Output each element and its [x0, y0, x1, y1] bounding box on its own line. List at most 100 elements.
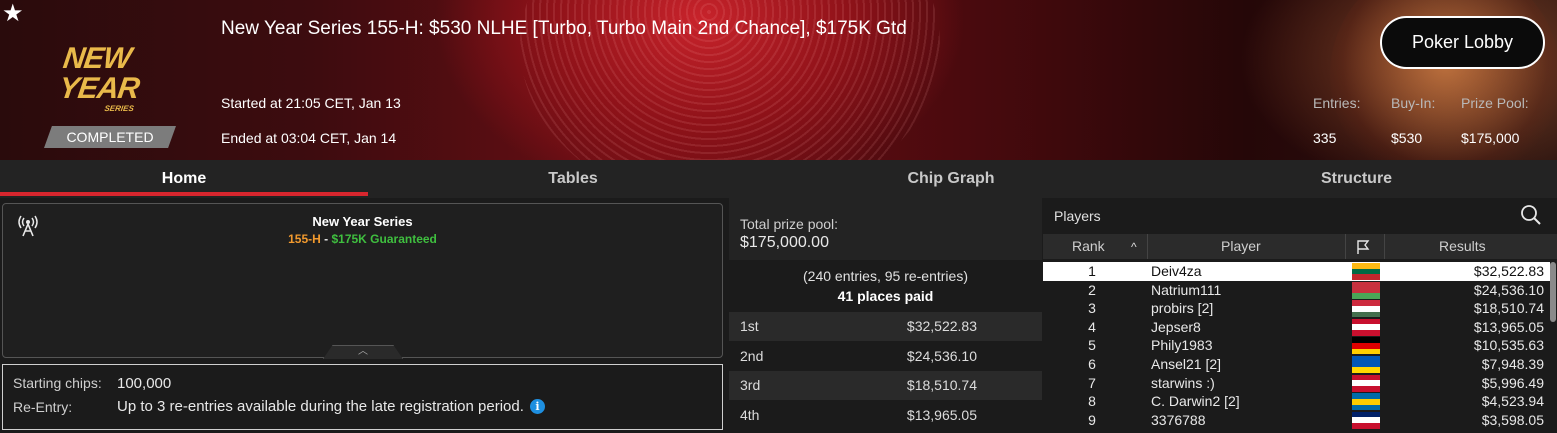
players-scrollbar[interactable]	[1550, 262, 1556, 322]
flag-stripe	[1352, 423, 1380, 429]
column-header-player[interactable]: Player	[1221, 234, 1261, 259]
payout-place: 1st	[740, 318, 759, 334]
column-divider[interactable]	[1384, 234, 1385, 259]
player-rank: 4	[1088, 318, 1096, 335]
player-result: $13,965.05	[1473, 318, 1544, 335]
player-name: starwins :)	[1151, 374, 1215, 391]
status-badge: COMPLETED	[44, 126, 176, 148]
search-icon[interactable]	[1520, 204, 1542, 226]
country-flag-icon	[1352, 263, 1380, 280]
player-name: 3376788	[1151, 411, 1206, 428]
prize-pool-header: Total prize pool: $175,000.00	[729, 198, 1042, 260]
player-rank: 7	[1088, 374, 1096, 391]
prize-pool-label: Prize Pool:	[1461, 95, 1529, 111]
player-row[interactable]: 1 Deiv4za $32,522.83	[1043, 262, 1550, 281]
column-divider[interactable]	[1147, 234, 1148, 259]
sort-ascending-icon[interactable]: ^	[1131, 235, 1137, 260]
prize-pool-value: $175,000	[1461, 130, 1520, 146]
entries-summary: (240 entries, 95 re-entries)	[803, 268, 968, 284]
player-name: Natrium111	[1151, 281, 1222, 298]
country-flag-icon	[1352, 281, 1380, 299]
guarantee-text: $175K Guaranteed	[331, 232, 437, 246]
tab-structure[interactable]: Structure	[1156, 160, 1557, 198]
player-row[interactable]: 9 3376788 $3,598.05	[1043, 411, 1550, 430]
payout-row: 1st $32,522.83	[729, 312, 1042, 341]
player-result: $10,535.63	[1473, 337, 1544, 354]
starting-chips-value: 100,000	[117, 375, 172, 392]
tab-tables[interactable]: Tables	[368, 160, 778, 198]
entries-label: Entries:	[1313, 95, 1361, 111]
flag-stripe	[1352, 385, 1380, 392]
player-name: Ansel21 [2]	[1151, 356, 1222, 372]
column-header-results[interactable]: Results	[1439, 234, 1486, 259]
country-flag-icon	[1352, 356, 1380, 373]
expand-panel-handle[interactable]: ︿	[323, 345, 403, 359]
places-paid: 41 places paid	[837, 288, 934, 304]
total-prize-pool-value: $175,000.00	[740, 234, 829, 251]
poker-lobby-button[interactable]: Poker Lobby	[1380, 16, 1545, 69]
subtitle-separator: -	[320, 232, 332, 246]
player-row[interactable]: 4 Jepser8 $13,965.05	[1043, 318, 1550, 337]
player-rank: 3	[1088, 300, 1096, 317]
flag-stripe	[1352, 330, 1380, 336]
player-name: C. Darwin2 [2]	[1151, 393, 1240, 410]
tournament-details: Starting chips: 100,000 Re-Entry: Up to …	[2, 364, 723, 430]
flag-stripe	[1352, 274, 1380, 280]
chevron-up-icon: ︿	[358, 346, 368, 357]
player-rank: 9	[1088, 411, 1096, 428]
reentry-text: Up to 3 re-entries available during the …	[117, 398, 524, 415]
country-flag-icon	[1352, 411, 1380, 429]
buy-in-value: $530	[1391, 130, 1423, 146]
starting-chips-label: Starting chips:	[13, 375, 102, 391]
buy-in-label: Buy-In:	[1391, 95, 1436, 111]
country-flag-icon	[1352, 393, 1380, 411]
player-result: $18,510.74	[1473, 300, 1544, 317]
series-name: New Year Series	[312, 214, 413, 229]
info-icon[interactable]: i	[529, 399, 545, 414]
payout-place: 3rd	[740, 377, 761, 393]
country-flag-icon	[1352, 300, 1380, 318]
payout-amount: $13,965.05	[906, 406, 977, 423]
player-row[interactable]: 6 Ansel21 [2] $7,948.39	[1043, 355, 1550, 374]
player-result: $3,598.05	[1481, 411, 1544, 428]
payout-place: 2nd	[740, 347, 764, 364]
reentry-label: Re-Entry:	[13, 399, 73, 415]
payout-amount: $32,522.83	[906, 318, 977, 334]
total-prize-pool-label: Total prize pool:	[740, 216, 839, 232]
event-subtitle: 155-H - $175K Guaranteed	[3, 232, 722, 246]
star-icon[interactable]: ★	[2, 2, 24, 26]
payout-row: 4th $13,965.05	[729, 401, 1042, 430]
players-title: Players	[1054, 208, 1101, 224]
start-time: Started at 21:05 CET, Jan 13	[221, 95, 401, 111]
flag-stripe	[1352, 292, 1380, 299]
player-row[interactable]: 3 probirs [2] $18,510.74	[1043, 299, 1550, 318]
new-year-series-logo: NEW YEAR SERIES	[56, 42, 141, 113]
payout-place: 4th	[740, 406, 760, 423]
player-name: Deiv4za	[1151, 263, 1202, 279]
end-time: Ended at 03:04 CET, Jan 14	[221, 130, 397, 146]
player-name: probirs [2]	[1151, 300, 1214, 317]
player-rank: 2	[1088, 281, 1096, 298]
players-table-header: Rank ^ Player Results	[1043, 234, 1557, 259]
player-row[interactable]: 8 C. Darwin2 [2] $4,523.94	[1043, 392, 1550, 411]
flag-stripe	[1352, 404, 1380, 411]
column-header-rank[interactable]: Rank	[1072, 234, 1105, 259]
tab-chip-graph[interactable]: Chip Graph	[746, 160, 1156, 198]
column-divider[interactable]	[1345, 234, 1346, 259]
player-row[interactable]: 7 starwins :) $5,996.49	[1043, 374, 1550, 393]
event-code: 155-H	[288, 232, 321, 246]
player-result: $24,536.10	[1473, 281, 1544, 298]
player-rank: 6	[1088, 356, 1096, 372]
tournament-title: New Year Series 155-H: $530 NLHE [Turbo,…	[221, 18, 907, 39]
player-row[interactable]: 2 Natrium111 $24,536.10	[1043, 281, 1550, 300]
player-result: $7,948.39	[1481, 356, 1544, 372]
player-rank: 5	[1088, 337, 1096, 354]
player-rank: 8	[1088, 393, 1096, 410]
flag-stripe	[1352, 311, 1380, 318]
payout-row: 2nd $24,536.10	[729, 342, 1042, 371]
flag-icon[interactable]	[1355, 239, 1371, 255]
country-flag-icon	[1352, 337, 1380, 355]
player-row[interactable]: 5 Phily1983 $10,535.63	[1043, 336, 1550, 355]
payout-amount: $18,510.74	[906, 377, 977, 393]
country-flag-icon	[1352, 318, 1380, 336]
